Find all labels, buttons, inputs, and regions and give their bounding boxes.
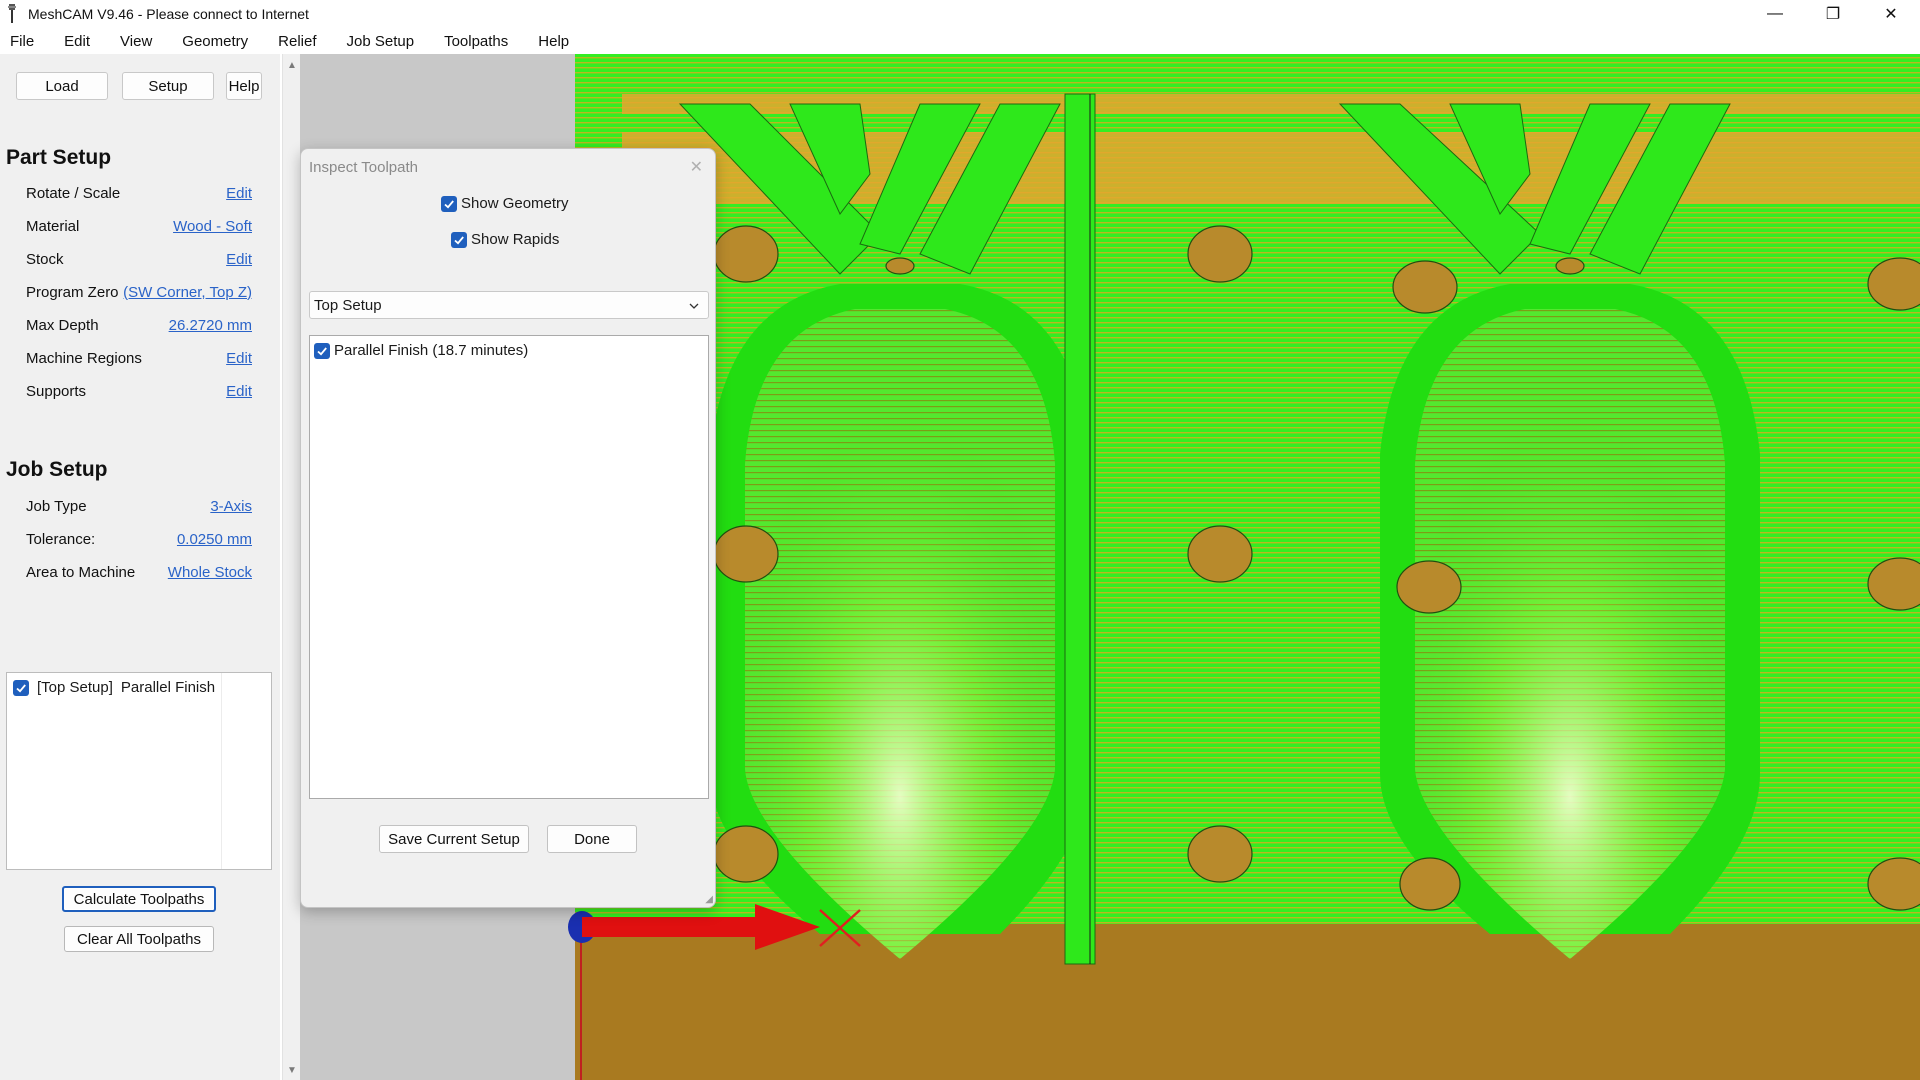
column-divider [221,673,222,869]
row-label: Machine Regions [26,349,142,367]
part-setup-heading: Part Setup [6,146,112,169]
row-label: Program Zero [26,283,119,301]
toolpath-label: Parallel Finish (18.7 minutes) [334,342,529,359]
part-setup-row-machine-regions: Machine Regions Edit [26,347,252,369]
rotate-scale-link[interactable]: Edit [226,185,252,202]
area-to-machine-link[interactable]: Whole Stock [168,564,252,581]
toolpath-list[interactable]: Parallel Finish (18.7 minutes) [309,335,709,799]
inspect-toolpath-dialog[interactable]: Inspect Toolpath ✕ Show Geometry Show Ra… [300,148,716,908]
part-setup-row-supports: Supports Edit [26,380,252,402]
stock-side [575,924,1920,1080]
row-label: Max Depth [26,316,99,334]
program-zero-link[interactable]: (SW Corner, Top Z) [123,284,252,301]
row-label: Stock [26,250,64,268]
max-depth-link[interactable]: 26.2720 mm [169,317,252,334]
tolerance-link[interactable]: 0.0250 mm [177,531,252,548]
menu-job-setup[interactable]: Job Setup [347,33,415,50]
minimize-button[interactable]: — [1746,0,1804,28]
title-bar: MeshCAM V9.46 - Please connect to Intern… [0,0,1920,28]
list-item[interactable]: [Top Setup] Parallel Finish [13,679,215,696]
supports-link[interactable]: Edit [226,383,252,400]
machine-regions-link[interactable]: Edit [226,350,252,367]
row-label: Job Type [26,497,87,515]
calculate-toolpaths-button[interactable]: Calculate Toolpaths [62,886,216,912]
job-type-link[interactable]: 3-Axis [210,498,252,515]
menu-relief[interactable]: Relief [278,33,316,50]
row-label: Material [26,217,80,235]
list-item[interactable]: Parallel Finish (18.7 minutes) [314,342,528,359]
checkbox-checked-icon[interactable] [314,342,330,359]
stock-link[interactable]: Edit [226,251,252,268]
checkbox-checked-icon[interactable] [451,231,467,248]
setup-button[interactable]: Setup [122,72,214,100]
left-panel: Load Setup Help Part Setup Rotate / Scal… [0,54,280,1080]
menu-geometry[interactable]: Geometry [182,33,248,50]
part-setup-row-stock: Stock Edit [26,248,252,270]
menu-view[interactable]: View [120,33,152,50]
scroll-down-arrow-icon[interactable]: ▼ [287,1065,297,1076]
maximize-button[interactable]: ❐ [1804,0,1862,28]
part-setup-row-program-zero: Program Zero (SW Corner, Top Z) [26,281,252,303]
job-setup-row-area: Area to Machine Whole Stock [26,561,252,583]
job-setup-row-tolerance: Tolerance: 0.0250 mm [26,528,252,550]
done-button[interactable]: Done [547,825,637,853]
menu-edit[interactable]: Edit [64,33,90,50]
material-link[interactable]: Wood - Soft [173,218,252,235]
job-setup-row-job-type: Job Type 3-Axis [26,495,252,517]
dialog-title: Inspect Toolpath [309,159,418,176]
show-geometry-checkbox[interactable]: Show Geometry [441,195,569,212]
setup-select-value: Top Setup [314,296,382,314]
part-setup-row-material: Material Wood - Soft [26,215,252,237]
menu-file[interactable]: File [10,33,34,50]
left-panel-scrollbar[interactable]: ▲ ▼ [282,54,300,1080]
load-button[interactable]: Load [16,72,108,100]
job-setup-heading: Job Setup [6,458,108,481]
checkbox-checked-icon[interactable] [13,679,29,696]
row-label: Area to Machine [26,563,136,581]
window-title: MeshCAM V9.46 - Please connect to Intern… [28,6,309,22]
menu-help[interactable]: Help [538,33,569,50]
checkbox-checked-icon[interactable] [441,195,457,212]
row-label: Tolerance: [26,530,96,548]
help-button[interactable]: Help [226,72,262,100]
row-label: Supports [26,382,87,400]
resize-grip-icon[interactable]: ◢ [705,894,713,905]
show-geometry-label: Show Geometry [461,195,569,212]
scroll-up-arrow-icon[interactable]: ▲ [287,60,297,71]
operation-setup-label: [Top Setup] [37,679,113,696]
operations-list[interactable]: [Top Setup] Parallel Finish [6,672,272,870]
close-icon[interactable]: ✕ [690,157,703,177]
save-current-setup-button[interactable]: Save Current Setup [379,825,529,853]
show-rapids-checkbox[interactable]: Show Rapids [451,231,559,248]
part-setup-row-max-depth: Max Depth 26.2720 mm [26,314,252,336]
chevron-down-icon[interactable] [688,299,700,316]
menu-toolpaths[interactable]: Toolpaths [444,33,508,50]
menu-bar: File Edit View Geometry Relief Job Setup… [0,28,1920,54]
app-icon [6,4,20,24]
setup-select[interactable]: Top Setup [309,291,709,319]
row-label: Rotate / Scale [26,184,121,202]
vase-right [1380,284,1760,959]
operation-name: Parallel Finish [120,679,216,696]
part-setup-row-rotate: Rotate / Scale Edit [26,182,252,204]
show-rapids-label: Show Rapids [471,231,560,248]
clear-all-toolpaths-button[interactable]: Clear All Toolpaths [64,926,214,952]
close-button[interactable]: ✕ [1862,0,1920,28]
